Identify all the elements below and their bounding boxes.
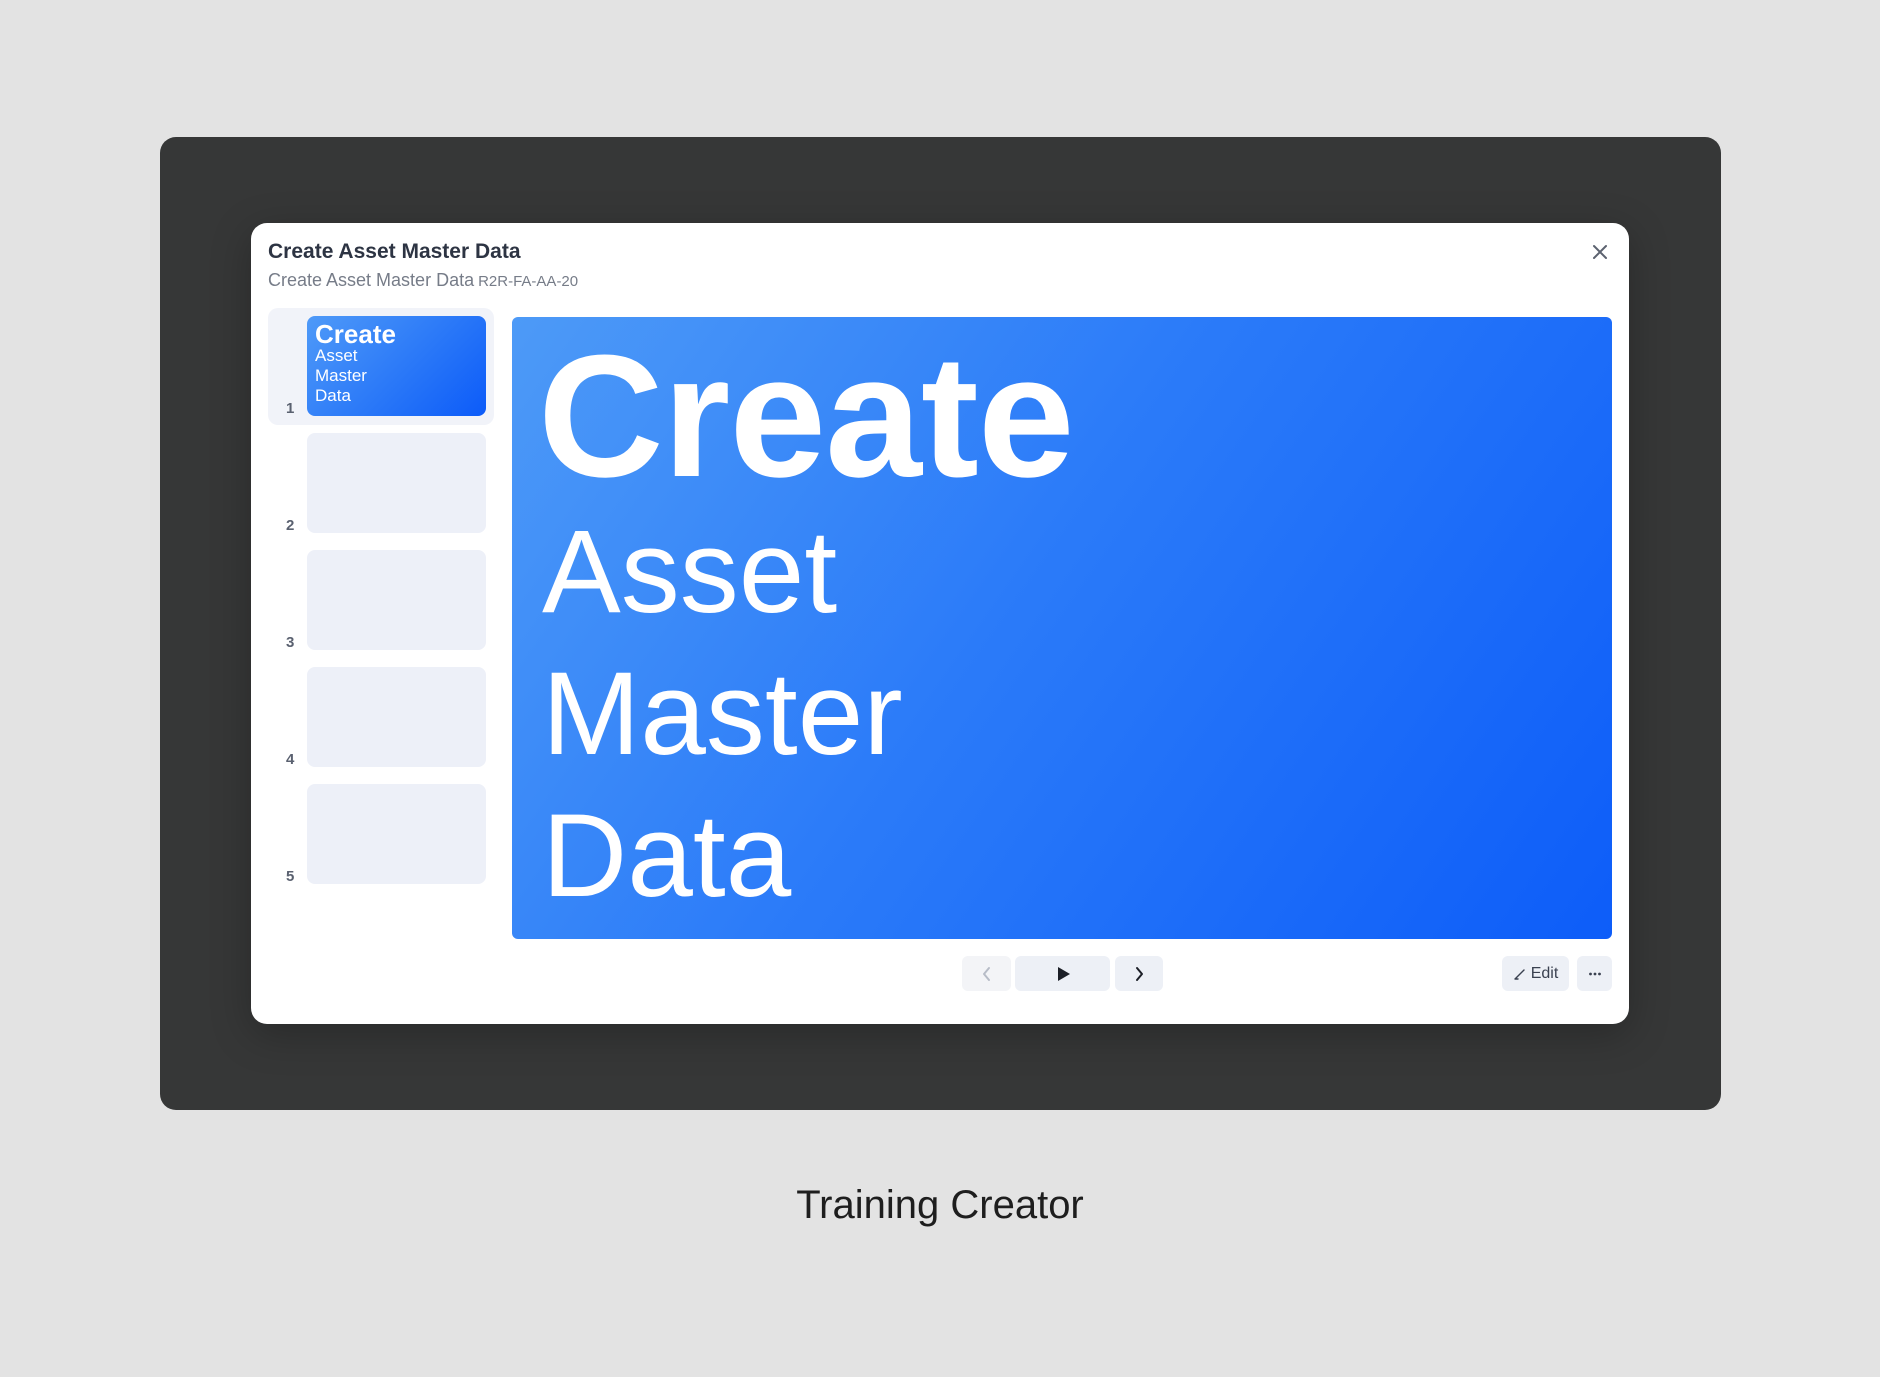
close-button[interactable] — [1588, 240, 1612, 264]
thumb-line: Data — [315, 386, 351, 405]
slide-title: Create — [538, 318, 1075, 513]
dialog-title: Create Asset Master Data — [268, 240, 521, 263]
slide-thumbnail-4[interactable]: 4 — [268, 659, 494, 776]
slide-number: 4 — [286, 751, 295, 768]
dialog-subtitle: Create Asset Master Data R2R-FA-AA-20 — [268, 270, 578, 291]
dialog-subtitle-text: Create Asset Master Data — [268, 270, 475, 290]
slide-preview — [307, 784, 486, 884]
caption: Training Creator — [796, 1183, 1084, 1227]
slide-thumbnail-2[interactable]: 2 — [268, 425, 494, 542]
close-icon — [1593, 245, 1607, 259]
slide-number: 2 — [286, 517, 295, 534]
play-button[interactable] — [1015, 956, 1110, 991]
thumb-line: Master — [315, 366, 367, 385]
more-horizontal-icon — [1588, 972, 1601, 975]
slide-line: Data — [542, 790, 792, 922]
edit-button[interactable]: Edit — [1502, 956, 1569, 991]
edit-label: Edit — [1530, 964, 1559, 982]
main-slide: Create Asset Master Data — [512, 317, 1612, 939]
slide-number: 5 — [286, 868, 295, 885]
slide-preview — [307, 667, 486, 767]
slide-thumbnail-5[interactable]: 5 — [268, 776, 494, 893]
more-options-button[interactable] — [1577, 956, 1612, 991]
slide-thumbnail-1[interactable]: 1 Create Asset Master Data — [268, 308, 494, 425]
dialog-code: R2R-FA-AA-20 — [478, 273, 579, 290]
slide-thumbnail-3[interactable]: 3 — [268, 542, 494, 659]
previous-slide-button[interactable] — [962, 956, 1011, 991]
slide-preview: Create Asset Master Data — [307, 316, 486, 416]
play-icon — [1057, 966, 1070, 981]
slide-number: 3 — [286, 634, 295, 651]
thumb-line: Asset — [315, 346, 358, 365]
slide-line: Master — [542, 648, 903, 780]
slide-line: Asset — [542, 506, 838, 638]
chevron-right-icon — [1136, 966, 1143, 981]
next-slide-button[interactable] — [1115, 956, 1163, 991]
slide-preview — [307, 550, 486, 650]
thumb-title: Create — [315, 319, 396, 349]
pencil-icon — [1514, 968, 1525, 980]
slide-number: 1 — [286, 400, 295, 417]
chevron-left-icon — [982, 966, 990, 981]
slide-viewer-dialog: Create Asset Master Data Create Asset Ma… — [251, 223, 1629, 1024]
slide-preview — [307, 433, 486, 533]
